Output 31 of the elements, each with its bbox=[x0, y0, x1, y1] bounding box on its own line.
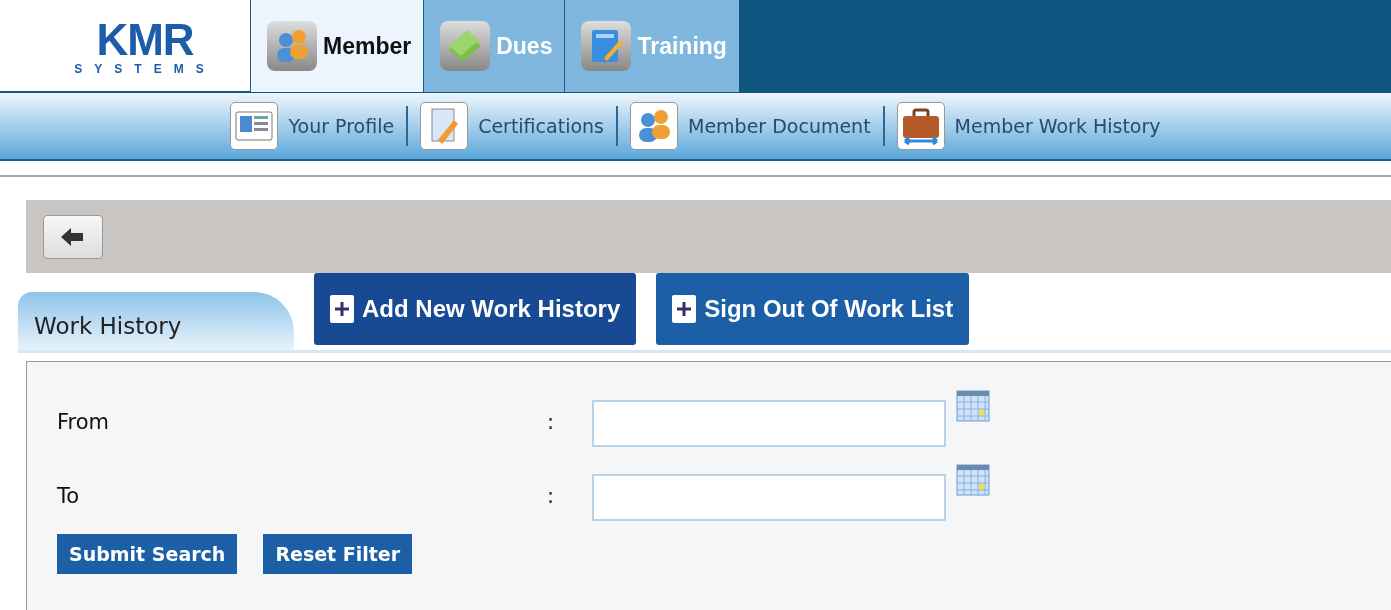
money-icon bbox=[440, 21, 491, 71]
id-card-icon bbox=[230, 102, 279, 150]
subnav-link[interactable]: Your Profile bbox=[218, 102, 407, 150]
left-arrow-icon bbox=[61, 227, 85, 246]
back-button[interactable] bbox=[43, 214, 103, 259]
nav-tab[interactable]: Member bbox=[250, 0, 424, 92]
plus-icon bbox=[672, 295, 697, 323]
subnav-link[interactable]: Member Document bbox=[618, 102, 883, 150]
calendar-icon[interactable] bbox=[956, 464, 990, 496]
colon-text: : bbox=[547, 483, 556, 511]
filter-button[interactable]: Submit Search bbox=[57, 534, 238, 574]
colon-text: : bbox=[547, 409, 556, 437]
filter-button[interactable]: Reset Filter bbox=[263, 534, 413, 574]
action-button[interactable]: Sign Out Of Work List bbox=[656, 273, 970, 345]
action-button[interactable]: Add New Work History bbox=[314, 273, 637, 345]
logo-tagline: SYSTEMS bbox=[73, 60, 216, 78]
field-label: To bbox=[57, 483, 81, 511]
logo-text: KMR bbox=[95, 19, 194, 60]
panel-tab[interactable]: Work History bbox=[18, 292, 294, 350]
subnav-link[interactable]: Certifications bbox=[408, 102, 616, 150]
subnav-link[interactable]: Member Work History bbox=[884, 102, 1173, 150]
date-input[interactable] bbox=[592, 473, 946, 521]
date-input[interactable] bbox=[592, 399, 946, 447]
people-icon bbox=[630, 102, 678, 150]
field-label: From bbox=[57, 409, 111, 437]
briefcase-icon bbox=[896, 102, 945, 150]
people-icon bbox=[267, 21, 317, 71]
plus-icon bbox=[330, 295, 354, 323]
calendar-icon[interactable] bbox=[956, 390, 990, 422]
document-pencil-icon bbox=[420, 102, 469, 150]
notebook-icon bbox=[581, 21, 632, 71]
